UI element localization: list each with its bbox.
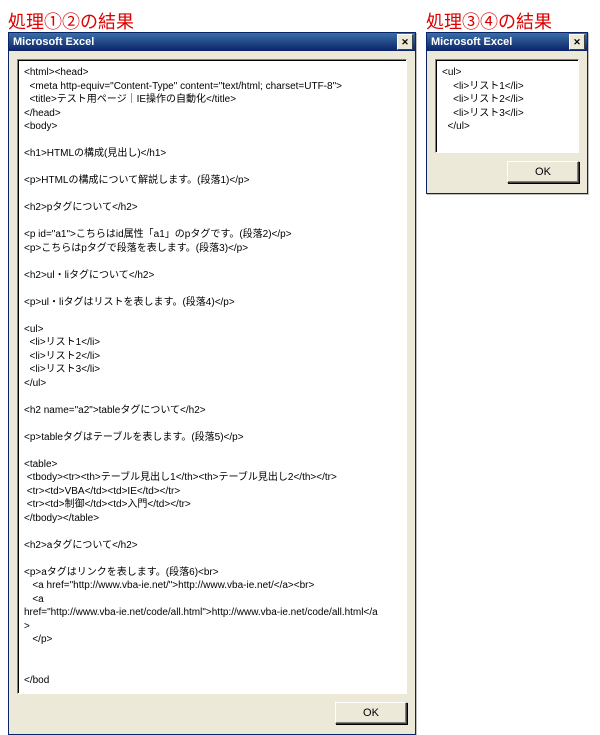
label-result-3-4: 処理③④の結果 xyxy=(426,8,552,34)
header-labels: 処理①②の結果 処理③④の結果 xyxy=(8,8,592,32)
ok-button[interactable]: OK xyxy=(335,702,407,724)
label-result-1-2: 処理①②の結果 xyxy=(8,8,134,34)
message-body: <ul> <li>リスト1</li> <li>リスト2</li> <li>リスト… xyxy=(435,59,579,153)
close-icon[interactable]: ✕ xyxy=(397,34,413,50)
ok-button[interactable]: OK xyxy=(507,161,579,183)
button-row: OK xyxy=(427,161,587,193)
message-body: <html><head> <meta http-equiv="Content-T… xyxy=(17,59,407,694)
button-row: OK xyxy=(9,702,415,734)
titlebar[interactable]: Microsoft Excel ✕ xyxy=(427,33,587,51)
titlebar[interactable]: Microsoft Excel ✕ xyxy=(9,33,415,51)
title-text: Microsoft Excel xyxy=(13,36,397,48)
dialog-result-1-2: Microsoft Excel ✕ <html><head> <meta htt… xyxy=(8,32,416,735)
dialog-result-3-4: Microsoft Excel ✕ <ul> <li>リスト1</li> <li… xyxy=(426,32,588,194)
title-text: Microsoft Excel xyxy=(431,36,569,48)
close-icon[interactable]: ✕ xyxy=(569,34,585,50)
